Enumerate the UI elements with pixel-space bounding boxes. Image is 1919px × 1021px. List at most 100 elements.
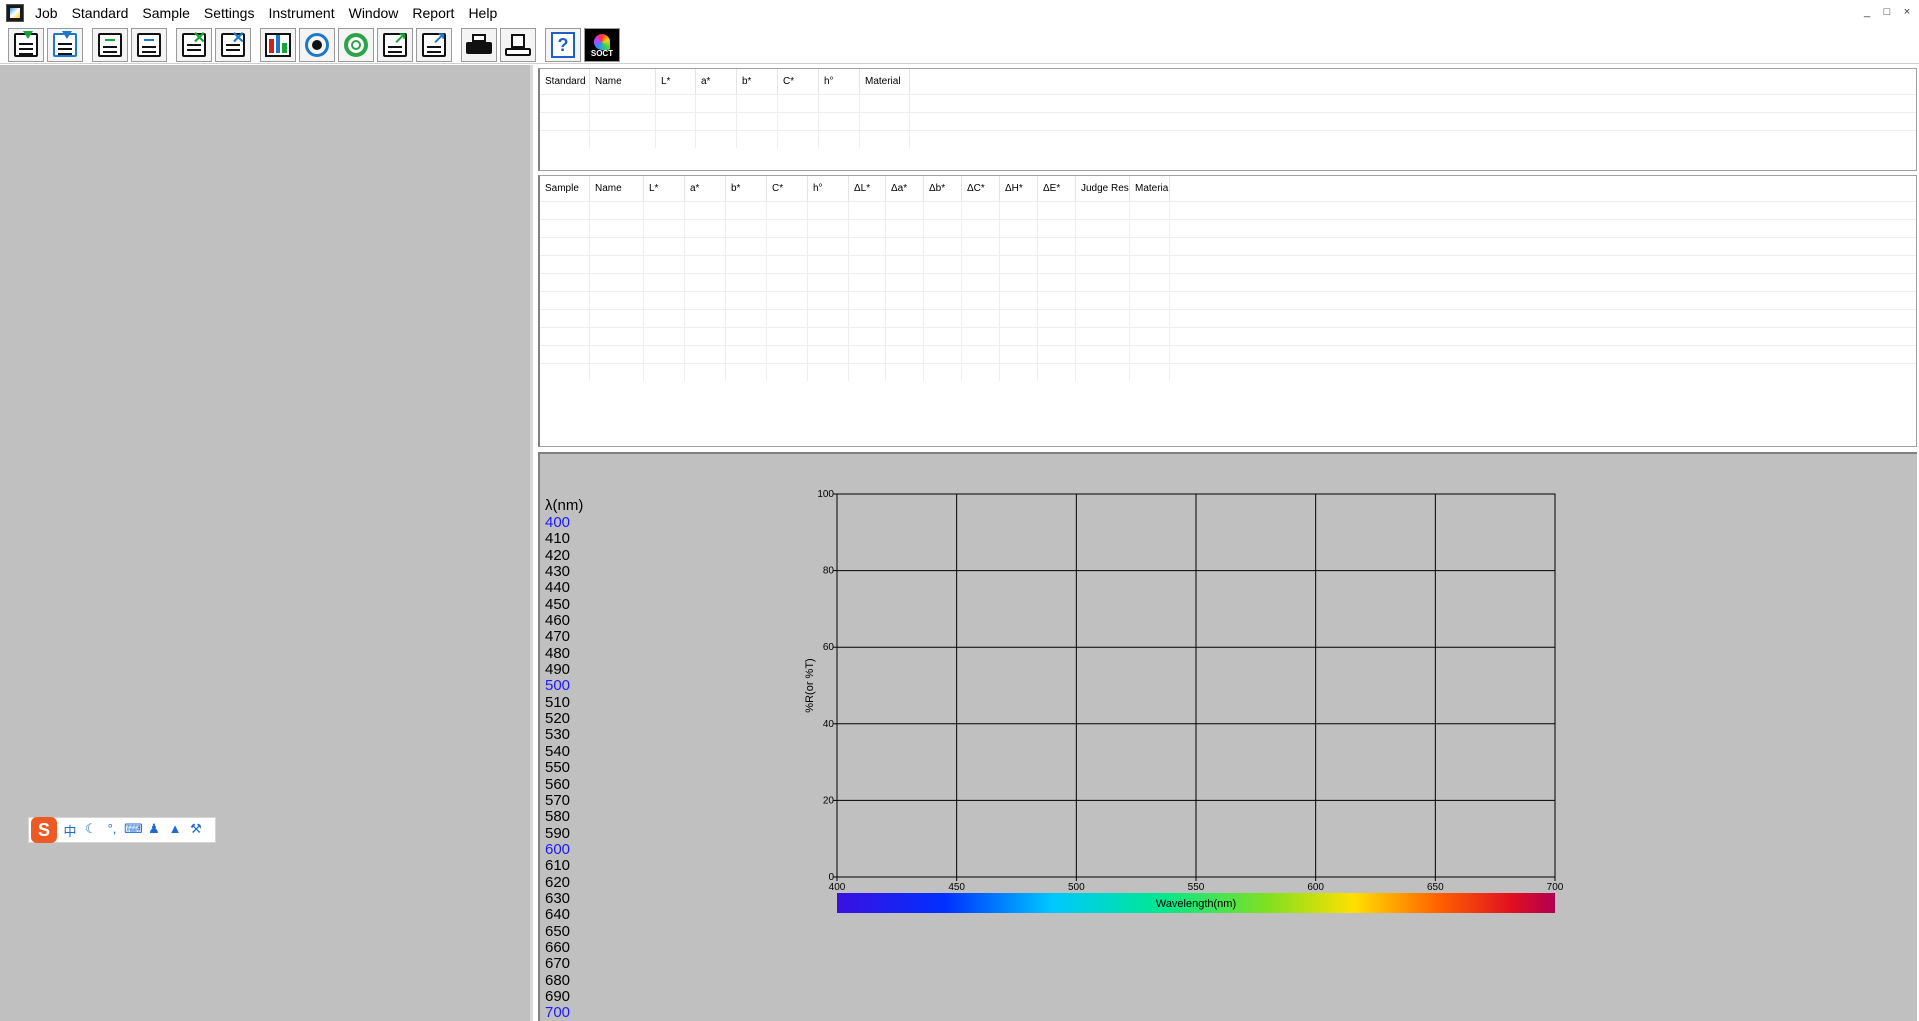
table-cell xyxy=(808,256,849,273)
column-header[interactable]: Material xyxy=(1130,176,1170,201)
load-sample-button[interactable] xyxy=(47,27,83,62)
table-row[interactable] xyxy=(540,363,1916,381)
column-header[interactable]: Standard xyxy=(540,69,590,94)
table-cell xyxy=(808,274,849,291)
print-preview-button[interactable] xyxy=(500,27,536,62)
menu-sample[interactable]: Sample xyxy=(135,0,196,26)
compare-sample-button[interactable] xyxy=(131,27,167,62)
column-header[interactable]: Δa* xyxy=(886,176,924,201)
sample-table: Sample Name L* a* b* C* h° ΔL* Δa* Δb* ΔC* ΔH* ΔE* Ju… xyxy=(538,175,1917,447)
menu-job[interactable]: Job xyxy=(28,0,65,26)
table-cell xyxy=(962,220,1000,237)
menu-help[interactable]: Help xyxy=(461,0,504,26)
ime-item-icon[interactable]: ⚒ xyxy=(187,821,205,840)
ime-item-icon[interactable]: ♟ xyxy=(145,821,163,840)
ime-item-icon[interactable]: ☾ xyxy=(82,821,100,840)
menu-instrument[interactable]: Instrument xyxy=(261,0,341,26)
table-cell xyxy=(737,95,778,112)
data-pane: Standard Name L* a* b* C* h° Material Sample Nam… xyxy=(536,65,1919,1021)
table-cell xyxy=(1130,274,1170,291)
table-cell xyxy=(540,364,590,381)
help-button[interactable]: ? xyxy=(545,27,581,62)
table-cell xyxy=(808,310,849,327)
column-header[interactable]: Name xyxy=(590,176,644,201)
column-header[interactable]: Material xyxy=(860,69,910,94)
table-row[interactable] xyxy=(540,309,1916,327)
column-header[interactable]: ΔL* xyxy=(849,176,886,201)
table-row[interactable] xyxy=(540,201,1916,219)
column-header[interactable]: a* xyxy=(696,69,737,94)
table-row[interactable] xyxy=(540,94,1916,112)
soct-label: SOCT xyxy=(590,48,614,58)
column-header[interactable]: Judge Res... xyxy=(1076,176,1130,201)
restore-button[interactable]: □ xyxy=(1879,4,1895,20)
column-header[interactable]: h° xyxy=(808,176,849,201)
menu-report[interactable]: Report xyxy=(405,0,461,26)
reflectance-chart: 020406080100400 450 500 550 600 650 700Wavelen… xyxy=(804,489,1564,913)
column-header[interactable]: ΔH* xyxy=(1000,176,1038,201)
table-row[interactable] xyxy=(540,112,1916,130)
menu-list: Job Standard Sample Settings Instrument Windo… xyxy=(28,0,504,26)
measure-sample-button[interactable] xyxy=(338,27,374,62)
table-cell xyxy=(540,292,590,309)
ime-item-icon[interactable]: ▲ xyxy=(166,821,184,840)
table-cell xyxy=(1130,292,1170,309)
table-row[interactable] xyxy=(540,130,1916,148)
ime-logo-icon[interactable]: S xyxy=(31,817,57,843)
chart-view-button[interactable] xyxy=(260,27,296,62)
column-header[interactable]: ΔE* xyxy=(1038,176,1076,201)
table-cell xyxy=(886,292,924,309)
table-row[interactable] xyxy=(540,255,1916,273)
export-standard-button[interactable]: ↗ xyxy=(377,27,413,62)
load-standard-button[interactable] xyxy=(8,27,44,62)
table-row[interactable] xyxy=(540,273,1916,291)
table-row[interactable] xyxy=(540,291,1916,309)
table-cell xyxy=(540,95,590,112)
column-header[interactable]: L* xyxy=(656,69,696,94)
table-cell xyxy=(590,256,644,273)
delete-standard-button[interactable]: ✕ xyxy=(176,27,212,62)
table-cell xyxy=(1038,256,1076,273)
column-header[interactable]: L* xyxy=(644,176,685,201)
table-cell xyxy=(737,113,778,130)
close-button[interactable]: × xyxy=(1899,4,1915,20)
menu-settings[interactable]: Settings xyxy=(197,0,262,26)
table-row[interactable] xyxy=(540,345,1916,363)
table-cell xyxy=(886,310,924,327)
delete-sample-button[interactable]: ✕ xyxy=(215,27,251,62)
menu-standard[interactable]: Standard xyxy=(65,0,136,26)
column-header[interactable]: Sample xyxy=(540,176,590,201)
print-button[interactable] xyxy=(461,27,497,62)
table-row[interactable] xyxy=(540,327,1916,345)
table-cell xyxy=(685,256,726,273)
minimize-button[interactable]: _ xyxy=(1859,4,1875,20)
soct-button[interactable]: SOCT xyxy=(584,27,620,62)
help-icon: ? xyxy=(551,31,575,58)
table-cell xyxy=(808,220,849,237)
compare-standard-button[interactable] xyxy=(92,27,128,62)
table-row[interactable] xyxy=(540,219,1916,237)
ime-item-icon[interactable]: °, xyxy=(103,821,121,840)
column-header[interactable]: Δb* xyxy=(924,176,962,201)
column-header[interactable]: ΔC* xyxy=(962,176,1000,201)
table-cell xyxy=(778,95,819,112)
column-header[interactable]: a* xyxy=(685,176,726,201)
table-row[interactable] xyxy=(540,237,1916,255)
ime-item-icon[interactable]: 中 xyxy=(61,821,79,840)
table-cell xyxy=(767,274,808,291)
export-sample-button[interactable]: ↗ xyxy=(416,27,452,62)
measure-standard-button[interactable] xyxy=(299,27,335,62)
column-header[interactable]: b* xyxy=(726,176,767,201)
column-header[interactable]: C* xyxy=(778,69,819,94)
table-cell xyxy=(924,220,962,237)
table-cell xyxy=(590,220,644,237)
table-cell xyxy=(590,202,644,219)
column-header[interactable]: b* xyxy=(737,69,778,94)
menu-window[interactable]: Window xyxy=(342,0,406,26)
column-header[interactable]: C* xyxy=(767,176,808,201)
table-cell xyxy=(808,238,849,255)
ime-item-icon[interactable]: ⌨ xyxy=(124,821,143,840)
column-header[interactable]: Name xyxy=(590,69,656,94)
column-header[interactable]: h° xyxy=(819,69,860,94)
delete-list-icon: ✕ xyxy=(221,30,245,57)
